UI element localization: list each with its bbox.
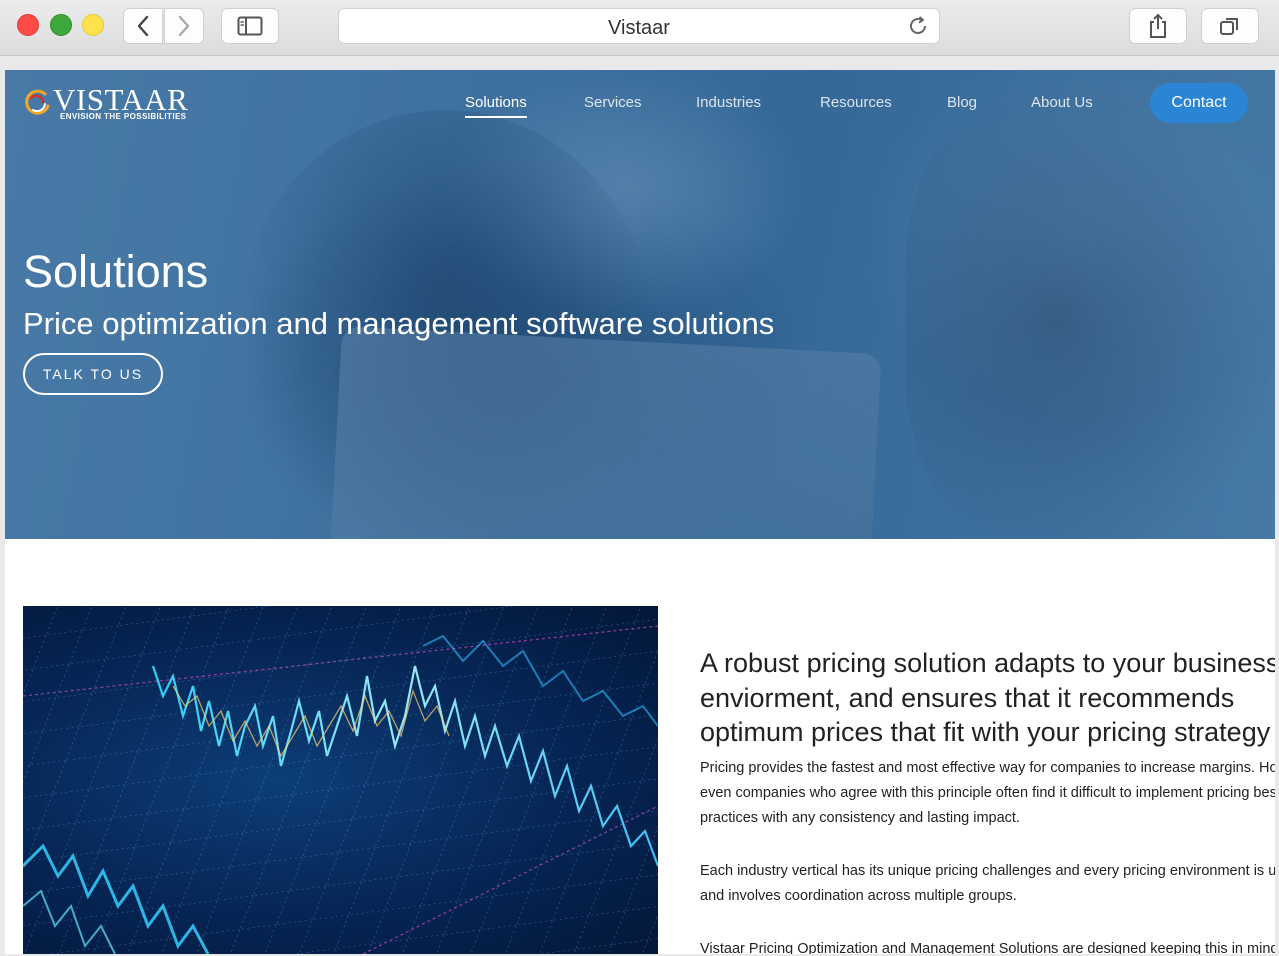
- nav-resources[interactable]: Resources: [820, 94, 892, 114]
- nav-blog[interactable]: Blog: [947, 94, 977, 114]
- contact-button[interactable]: Contact: [1150, 83, 1248, 123]
- nav-solutions[interactable]: Solutions: [465, 94, 527, 118]
- minimize-window-button[interactable]: [50, 14, 72, 36]
- forward-icon: [178, 15, 190, 37]
- article-paragraph: Each industry vertical has its unique pr…: [700, 862, 1275, 904]
- browser-toolbar: Vistaar: [0, 0, 1279, 56]
- logo-tagline: ENVISION THE POSSIBILITIES: [60, 112, 187, 121]
- nav-industries[interactable]: Industries: [696, 94, 761, 114]
- sidebar-button[interactable]: [221, 8, 279, 44]
- page-title: Vistaar: [608, 17, 670, 39]
- logo-swirl-icon: [25, 89, 50, 115]
- hero-overlay: [5, 70, 1275, 539]
- reload-icon[interactable]: [907, 15, 929, 37]
- back-icon: [137, 15, 149, 37]
- article-paragraph: Pricing provides the fastest and most ef…: [700, 759, 1275, 826]
- share-icon: [1150, 13, 1166, 38]
- forward-button[interactable]: [164, 8, 204, 44]
- page-viewport: VISTAAR ENVISION THE POSSIBILITIES Solut…: [5, 70, 1275, 954]
- zoom-window-button[interactable]: [82, 14, 104, 36]
- solution-article: A robust pricing solution adapts to your…: [700, 646, 1275, 954]
- nav-services[interactable]: Services: [584, 94, 642, 114]
- stock-chart-image: [23, 606, 658, 954]
- tabs-icon: [1220, 18, 1238, 35]
- talk-to-us-button[interactable]: TALK TO US: [23, 353, 163, 395]
- stock-chart-graphic: [23, 606, 658, 954]
- share-button[interactable]: [1129, 8, 1187, 44]
- hero-title: Solutions: [23, 246, 209, 297]
- sidebar-icon: [237, 16, 263, 36]
- address-bar[interactable]: Vistaar: [338, 8, 940, 44]
- article-paragraph: Vistaar Pricing Optimization and Managem…: [700, 940, 1275, 955]
- site-logo[interactable]: VISTAAR ENVISION THE POSSIBILITIES: [23, 84, 193, 124]
- close-window-button[interactable]: [17, 14, 39, 36]
- article-heading: A robust pricing solution adapts to your…: [700, 648, 1275, 747]
- hero-banner: VISTAAR ENVISION THE POSSIBILITIES Solut…: [5, 70, 1275, 539]
- hero-subtitle: Price optimization and management softwa…: [23, 306, 775, 341]
- back-button[interactable]: [123, 8, 163, 44]
- tabs-button[interactable]: [1201, 8, 1259, 44]
- nav-about-us[interactable]: About Us: [1031, 94, 1093, 114]
